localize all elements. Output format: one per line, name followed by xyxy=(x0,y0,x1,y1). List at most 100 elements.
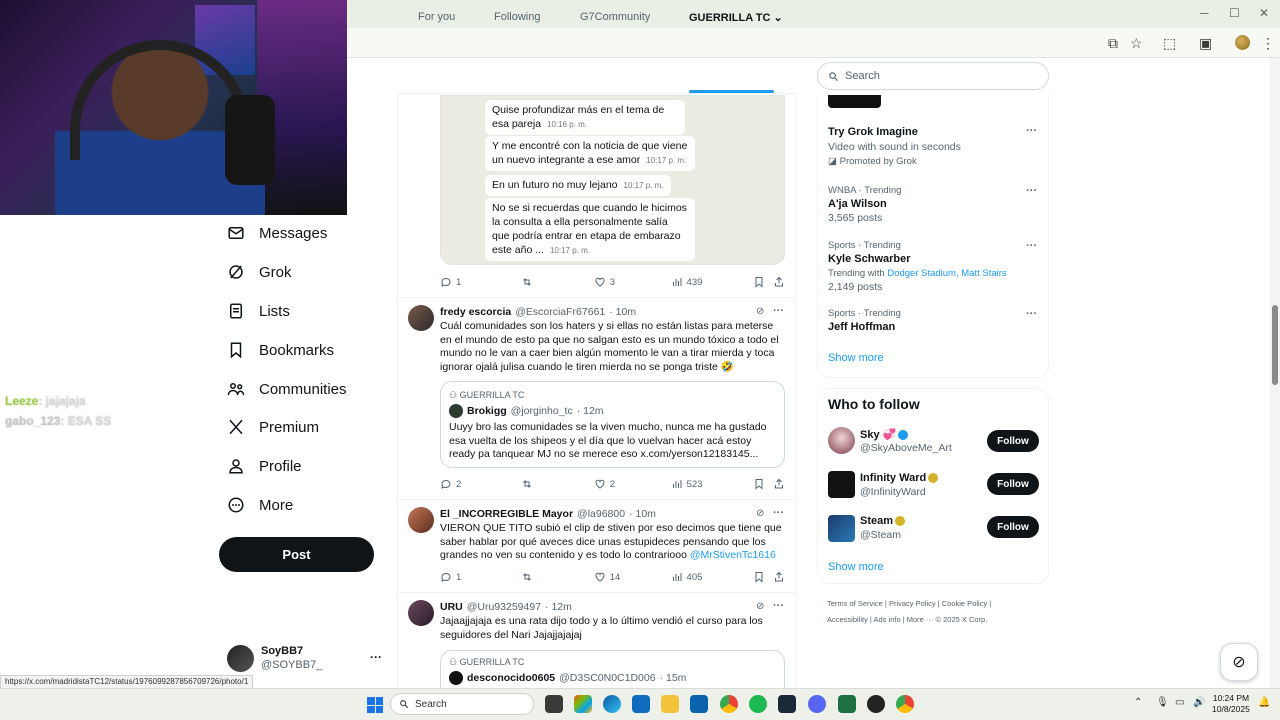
follow-account-name[interactable]: Steam xyxy=(860,515,906,527)
profile-avatar-icon[interactable] xyxy=(1235,35,1250,50)
excel-icon[interactable] xyxy=(838,695,856,713)
edge-icon[interactable] xyxy=(603,695,621,713)
trend-more-button[interactable]: ··· xyxy=(1026,125,1037,137)
share-button[interactable] xyxy=(773,478,785,490)
spotify-icon[interactable] xyxy=(749,695,767,713)
reply-button[interactable]: 1 xyxy=(440,571,521,583)
grok-floating-button[interactable]: ⊘ xyxy=(1220,643,1258,681)
post-author-handle[interactable]: @EscorciaFr67661 xyxy=(515,306,605,318)
avatar[interactable] xyxy=(828,427,855,454)
post-image[interactable]: Quise profundizar más en el tema de esa … xyxy=(440,95,785,265)
views-button[interactable]: 523 xyxy=(671,478,754,490)
volume-icon[interactable]: 🔊 xyxy=(1193,697,1205,708)
avatar[interactable] xyxy=(408,305,434,331)
obs-icon[interactable] xyxy=(867,695,885,713)
browser-menu-icon[interactable]: ⋮ xyxy=(1261,35,1275,52)
avatar[interactable] xyxy=(408,507,434,533)
post-author-name[interactable]: URU xyxy=(440,601,463,613)
share-button[interactable] xyxy=(773,571,785,583)
tab-for-you[interactable]: For you xyxy=(418,11,455,23)
trend-title[interactable]: Try Grok Imagine xyxy=(828,126,918,138)
store-icon[interactable] xyxy=(632,695,650,713)
chrome-profile-icon[interactable] xyxy=(896,695,914,713)
account-more-button[interactable]: ··· xyxy=(370,650,382,664)
scrollbar-thumb[interactable] xyxy=(1272,305,1278,385)
post-time[interactable]: · 10m xyxy=(609,306,636,318)
network-icon[interactable]: ▭ xyxy=(1175,697,1184,708)
like-button[interactable]: 3 xyxy=(594,276,671,288)
follow-button[interactable]: Follow xyxy=(987,430,1039,452)
trend-more-button[interactable]: ··· xyxy=(1026,240,1037,252)
repost-button[interactable] xyxy=(521,276,594,288)
windows-start-icon[interactable] xyxy=(367,697,383,713)
grok-icon[interactable]: ⊘ xyxy=(756,601,764,612)
quote-post[interactable]: ⚇ GUERRILLA TC desconocido0605 @D3SC0N0C… xyxy=(440,650,785,688)
follow-button[interactable]: Follow xyxy=(987,473,1039,495)
avatar[interactable] xyxy=(408,600,434,626)
repost-button[interactable] xyxy=(521,571,594,583)
copilot-icon[interactable] xyxy=(574,695,592,713)
post-more-button[interactable]: ··· xyxy=(773,305,784,317)
post-time[interactable]: · 10m xyxy=(629,508,656,520)
nav-item-messages[interactable]: Messages xyxy=(227,219,327,247)
file-explorer-icon[interactable] xyxy=(661,695,679,713)
like-button[interactable]: 2 xyxy=(594,478,671,490)
promo-image[interactable] xyxy=(828,95,881,108)
reading-mode-icon[interactable]: ▣ xyxy=(1199,35,1212,52)
trends-show-more-link[interactable]: Show more xyxy=(828,352,884,364)
mention-link[interactable]: @MrStivenTc1616 xyxy=(690,549,776,561)
account-avatar[interactable] xyxy=(227,645,254,672)
chrome-icon[interactable] xyxy=(720,695,738,713)
nav-item-communities[interactable]: Communities xyxy=(227,375,347,403)
nav-item-premium[interactable]: Premium xyxy=(227,413,319,441)
task-view-icon[interactable] xyxy=(545,695,563,713)
install-app-icon[interactable]: ⧉ xyxy=(1108,35,1118,52)
bookmark-button[interactable] xyxy=(753,571,773,583)
post-author-name[interactable]: El _INCORREGIBLE Mayor xyxy=(440,508,573,520)
bookmark-button[interactable] xyxy=(753,276,773,288)
trend-links[interactable]: Dodger Stadium, Matt Stairs xyxy=(887,268,1006,279)
post-more-button[interactable]: ··· xyxy=(773,600,784,612)
reply-button[interactable]: 2 xyxy=(440,478,521,490)
post-author-handle[interactable]: @Uru93259497 xyxy=(467,601,541,613)
nav-item-profile[interactable]: Profile xyxy=(227,452,302,480)
trend-more-button[interactable]: ··· xyxy=(1026,308,1037,320)
bookmark-star-icon[interactable]: ☆ xyxy=(1130,35,1143,52)
follow-account-name[interactable]: Infinity Ward xyxy=(860,472,939,484)
post-author-handle[interactable]: @la96800 xyxy=(577,508,625,520)
avatar[interactable] xyxy=(828,471,855,498)
tab-following[interactable]: Following xyxy=(494,11,540,23)
microphone-icon[interactable]: 🎙 xyxy=(1156,697,1169,708)
trend-more-button[interactable]: ··· xyxy=(1026,185,1037,197)
follow-show-more-link[interactable]: Show more xyxy=(828,561,884,573)
minimize-button[interactable]: ─ xyxy=(1200,6,1209,20)
search-input[interactable]: Search xyxy=(817,62,1049,90)
steam-icon[interactable] xyxy=(778,695,796,713)
post-time[interactable]: · 12m xyxy=(545,601,572,613)
tab-g7community[interactable]: G7Community xyxy=(580,11,650,23)
grok-icon[interactable]: ⊘ xyxy=(756,508,764,519)
outlook-icon[interactable] xyxy=(690,695,708,713)
avatar[interactable] xyxy=(828,515,855,542)
quote-post[interactable]: ⚇ GUERRILLA TC Brokigg @jorginho_tc · 12… xyxy=(440,381,785,468)
views-button[interactable]: 405 xyxy=(671,571,754,583)
follow-button[interactable]: Follow xyxy=(987,516,1039,538)
post-author-name[interactable]: fredy escorcia xyxy=(440,306,511,318)
taskbar-clock[interactable]: 10:24 PM 10/8/2025 xyxy=(1212,693,1250,715)
reply-button[interactable]: 1 xyxy=(440,276,521,288)
follow-account-name[interactable]: Sky 💞 xyxy=(860,428,909,441)
share-button[interactable] xyxy=(773,276,785,288)
repost-button[interactable] xyxy=(521,478,594,490)
discord-icon[interactable] xyxy=(808,695,826,713)
nav-item-more[interactable]: More xyxy=(227,491,293,519)
footer-links[interactable]: Terms of Service | Privacy Policy | Cook… xyxy=(827,599,991,608)
tab-guerrilla-tc[interactable]: GUERRILLA TC ⌄ xyxy=(689,11,783,24)
trend-title[interactable]: A'ja Wilson xyxy=(828,198,887,210)
post-more-button[interactable]: ··· xyxy=(773,507,784,519)
footer-links[interactable]: Accessibility | Ads info | More ··· © 20… xyxy=(827,615,987,624)
notification-bell-icon[interactable]: 🔔 xyxy=(1258,697,1270,708)
tray-expand-icon[interactable]: ⌃ xyxy=(1134,697,1142,708)
nav-item-grok[interactable]: Grok xyxy=(227,258,292,286)
trend-title[interactable]: Kyle Schwarber xyxy=(828,253,911,265)
close-button[interactable]: ✕ xyxy=(1259,6,1269,20)
